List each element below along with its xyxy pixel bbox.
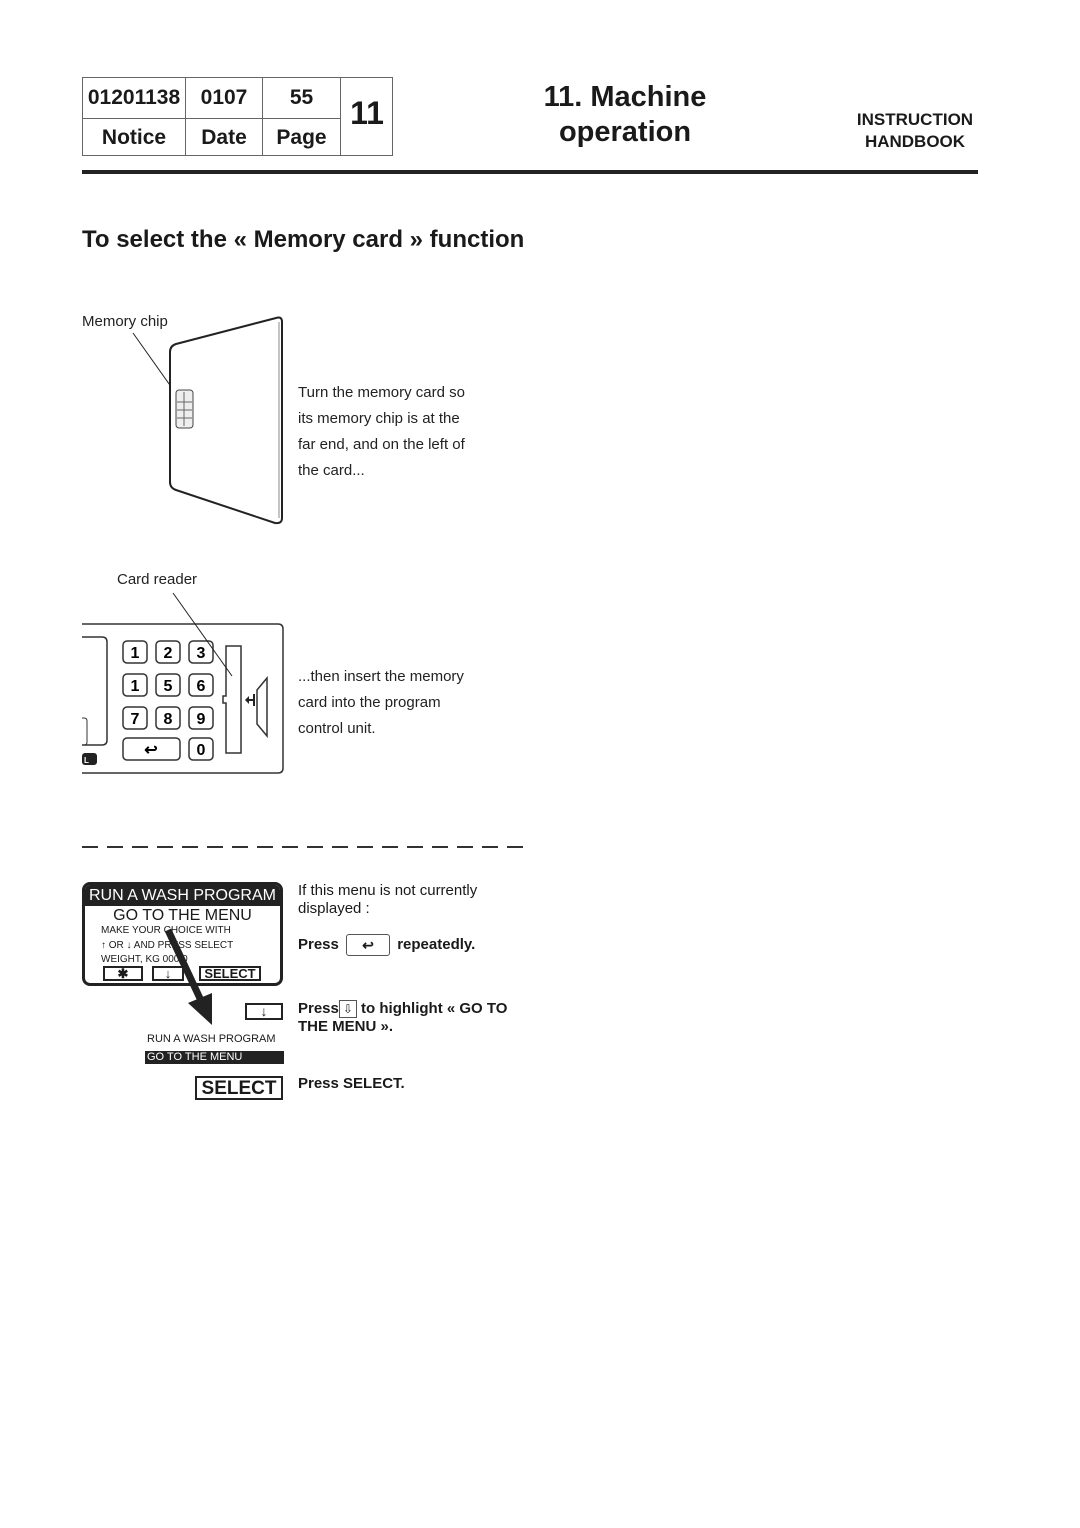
down-key[interactable]: ↓ [245,1003,283,1020]
chapter-number: 11 [350,95,384,131]
date-value: 0107 [186,78,263,118]
keypad-key-9[interactable]: 9 [188,706,214,730]
chapter-title: 11. Machine operation [520,80,730,150]
lcd-subheader: GO TO THE MENU [113,907,252,924]
keypad-key-4[interactable]: 1 [122,673,148,697]
lcd-header: RUN A WASH PROGRAM [85,885,280,906]
menu-intro: If this menu is not currently displayed … [298,882,478,917]
select-key[interactable]: SELECT [195,1076,283,1100]
press-select-instruction: Press SELECT. [298,1075,405,1092]
date-label: Date [186,119,263,156]
keypad-key-2[interactable]: 2 [155,640,181,664]
card-slot [222,645,242,754]
handbook-label: INSTRUCTION HANDBOOK [845,109,985,153]
keypad-key-5[interactable]: 5 [155,673,181,697]
svg-text:9: 9 [197,711,206,728]
keypad-key-return[interactable]: ↩ [122,737,181,761]
down-outline-arrow-icon: ⇩ [338,1000,357,1019]
svg-text:L: L [84,756,89,765]
page-value: 55 [263,78,341,118]
return-arrow-icon: ↩ [144,742,157,759]
dashed-separator [82,846,532,848]
card-reader-label: Card reader [117,571,198,588]
memory-card-illustration [132,316,283,525]
svg-text:1: 1 [131,678,140,695]
control-unit-panel [82,623,284,774]
keypad-key-6[interactable]: 6 [188,673,214,697]
press-return-instruction: Press ↩ repeatedly. [298,934,475,956]
svg-text:7: 7 [131,711,140,728]
mini-display-line1: RUN A WASH PROGRAM [147,1033,276,1045]
document-header-table: 01201138 0107 55 Notice Date Page 11 [82,77,393,156]
header-rule [82,170,978,174]
handbook-line2: HANDBOOK [864,132,966,151]
page-label: Page [263,119,341,156]
memory-chip-icon [175,389,194,429]
keypad-key-1[interactable]: 1 [122,640,148,664]
svg-text:2: 2 [164,645,173,662]
notice-label: Notice [83,119,186,156]
return-key-icon: ↩ [346,934,391,956]
keypad-key-0[interactable]: 0 [188,737,214,761]
chapter-title-line2: operation [558,116,692,148]
svg-text:8: 8 [164,711,173,728]
keypad-key-8[interactable]: 8 [155,706,181,730]
control-unit-illustration: L 1 2 3 1 5 6 7 8 9 ↩ 0 [82,592,284,774]
handbook-line1: INSTRUCTION [856,110,974,129]
chapter-title-line1: 11. Machine [543,81,707,113]
keypad-key-7[interactable]: 7 [122,706,148,730]
lcd-star-button[interactable]: ✱ [103,966,143,981]
step1-description: Turn the memory card so its memory chip … [298,384,465,479]
press-down-instruction: Press ⇩ to highlight « GO TO THE MENU ». [298,1000,508,1036]
svg-text:5: 5 [164,678,173,695]
section-title: To select the « Memory card » function [82,226,525,253]
svg-text:1: 1 [131,645,140,662]
notice-number: 01201138 [83,78,186,118]
pointer-arrow-icon [164,928,212,1025]
svg-text:3: 3 [197,645,206,662]
svg-text:6: 6 [197,678,206,695]
svg-text:0: 0 [197,742,206,759]
step2-description: ...then insert the memory card into the … [298,668,464,737]
mini-display-line2-highlighted: GO TO THE MENU [145,1051,284,1064]
